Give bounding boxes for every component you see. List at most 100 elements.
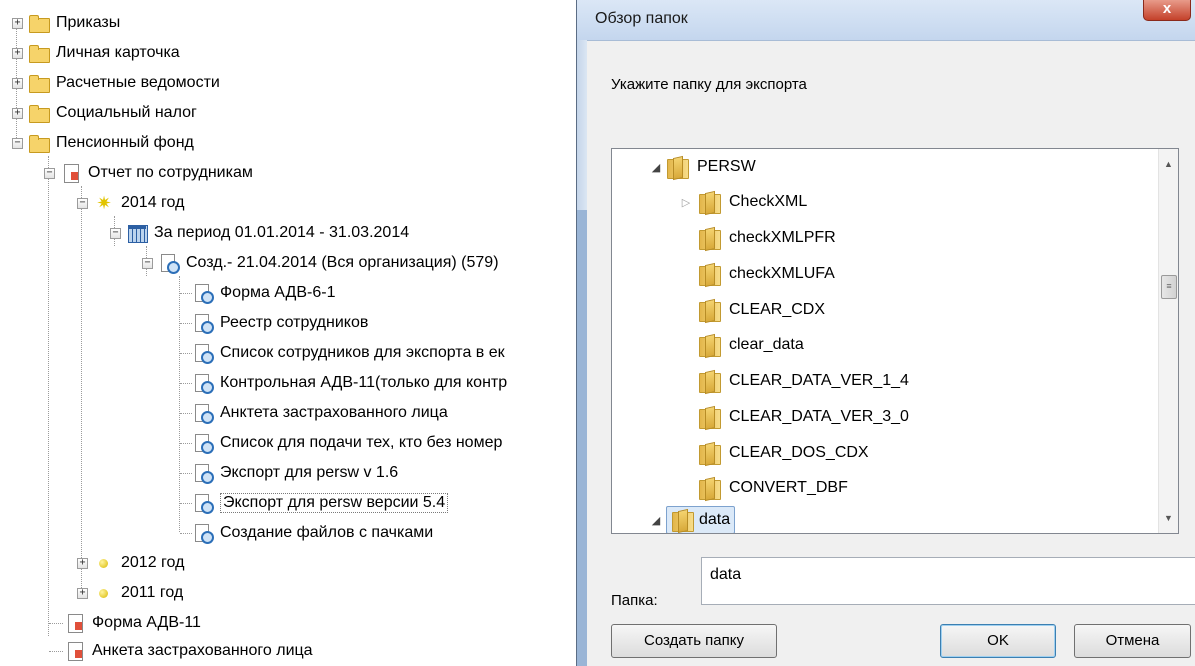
- tree-item-label: Социальный налог: [56, 104, 197, 121]
- tree-item-report[interactable]: Экспорт для persw v 1.6: [192, 458, 398, 488]
- tree-item-period[interactable]: − За период 01.01.2014 - 31.03.2014: [110, 218, 409, 248]
- tree-item-year-2014[interactable]: − ✷ 2014 год: [77, 188, 184, 218]
- tree-item-report[interactable]: Форма АДВ-6-1: [192, 278, 335, 308]
- tree-item-personal-card[interactable]: + Личная карточка: [12, 38, 180, 68]
- expand-icon[interactable]: +: [12, 48, 23, 59]
- tree-item-insured-form[interactable]: Анкета застрахованного лица: [64, 636, 313, 666]
- tree-connector: [180, 323, 192, 324]
- folder-input[interactable]: [701, 557, 1195, 605]
- tree-item-year-2012[interactable]: + 2012 год: [77, 548, 184, 578]
- folder-item[interactable]: clear_data: [698, 329, 804, 361]
- folder-item-persw[interactable]: ◢ PERSW: [652, 151, 756, 183]
- tree-item-label: 2014 год: [121, 194, 185, 211]
- collapse-icon[interactable]: −: [44, 168, 55, 179]
- scroll-down-icon[interactable]: ▼: [1159, 509, 1178, 527]
- folder-field-label: Папка:: [611, 592, 658, 609]
- folder-label: data: [699, 511, 731, 528]
- folder-label: CLEAR_DATA_VER_1_4: [729, 372, 909, 389]
- star-icon: ✷: [96, 193, 112, 213]
- tree-connector: [180, 533, 192, 534]
- folder-label: CLEAR_DOS_CDX: [729, 444, 869, 461]
- folder-icon: [698, 406, 721, 429]
- tree-item-orders[interactable]: + Приказы: [12, 8, 120, 38]
- report-icon: [192, 313, 214, 334]
- cancel-button[interactable]: Отмена: [1074, 624, 1191, 658]
- folder-label: CheckXML: [729, 193, 808, 210]
- ok-button[interactable]: OK: [940, 624, 1056, 658]
- tree-item-label: Реестр сотрудников: [220, 314, 369, 331]
- expanded-triangle-icon[interactable]: ◢: [650, 514, 662, 527]
- tree-item-report[interactable]: Контрольная АДВ-11(только для контр: [192, 368, 507, 398]
- tree-connector: [81, 186, 82, 596]
- folder-label: checkXMLUFA: [729, 265, 835, 282]
- tree-item-report[interactable]: Список сотрудников для экспорта в ек: [192, 338, 505, 368]
- tree-item-label: 2011 год: [121, 584, 184, 601]
- folder-item[interactable]: CLEAR_DATA_VER_3_0: [698, 401, 909, 433]
- folder-label: CLEAR_DATA_VER_3_0: [729, 408, 909, 425]
- scroll-up-icon[interactable]: ▲: [1159, 155, 1178, 173]
- tree-item-report[interactable]: Анктета застрахованного лица: [192, 398, 448, 428]
- folder-icon: [698, 334, 721, 357]
- tree-item-report[interactable]: Реестр сотрудников: [192, 308, 368, 338]
- expand-icon[interactable]: +: [77, 588, 88, 599]
- folder-icon: [698, 227, 721, 250]
- new-folder-button[interactable]: Создать папку: [611, 624, 777, 658]
- report-icon: [192, 373, 214, 394]
- folder-item[interactable]: CLEAR_DATA_VER_1_4: [698, 365, 909, 397]
- tree-item-label: Расчетные ведомости: [56, 74, 220, 91]
- folder-icon: [698, 299, 721, 322]
- folder-item[interactable]: CONVERT_DBF: [698, 472, 848, 504]
- tree-item-label: Анктета застрахованного лица: [220, 404, 448, 421]
- tree-item-payroll[interactable]: + Расчетные ведомости: [12, 68, 220, 98]
- document-icon: [64, 613, 86, 633]
- folder-label: PERSW: [697, 158, 756, 175]
- tree-item-pension-fund[interactable]: − Пенсионный фонд: [12, 128, 194, 158]
- collapse-icon[interactable]: −: [142, 258, 153, 269]
- tree-connector: [180, 443, 192, 444]
- tree-item-year-2011[interactable]: + 2011 год: [77, 578, 183, 608]
- folder-item-checkxml[interactable]: ▷ CheckXML: [682, 186, 808, 218]
- tree-item-label: Контрольная АДВ-11(только для контр: [220, 374, 508, 391]
- folder-item-data[interactable]: ◢ data: [652, 504, 736, 533]
- folder-item[interactable]: CLEAR_CDX: [698, 294, 825, 326]
- folder-icon: [698, 442, 721, 465]
- expand-icon[interactable]: +: [12, 78, 23, 89]
- tree-item-report[interactable]: Список для подачи тех, кто без номер: [192, 428, 502, 458]
- folder-item[interactable]: checkXMLPFR: [698, 222, 836, 254]
- navigation-tree: + Приказы + Личная карточка + Расчетные …: [0, 0, 580, 666]
- folder-icon: [698, 191, 721, 214]
- folder-icon: [28, 103, 50, 123]
- tree-item-export-persw-5-4[interactable]: Экспорт для persw версии 5.4: [192, 488, 449, 518]
- folder-label: CLEAR_CDX: [729, 301, 826, 318]
- expand-icon[interactable]: +: [12, 18, 23, 29]
- scroll-thumb[interactable]: ≡: [1161, 275, 1177, 299]
- tree-item-employee-report[interactable]: − Отчет по сотрудникам: [44, 158, 253, 188]
- expand-icon[interactable]: +: [12, 108, 23, 119]
- vertical-scrollbar[interactable]: ▲ ≡ ▼: [1158, 149, 1178, 533]
- expand-icon[interactable]: +: [77, 558, 88, 569]
- tree-item-created[interactable]: − Созд.- 21.04.2014 (Вся организация) (5…: [142, 248, 499, 278]
- tree-item-social-tax[interactable]: + Социальный налог: [12, 98, 197, 128]
- tree-item-report[interactable]: Создание файлов с пачками: [192, 518, 433, 548]
- tree-item-label: Список сотрудников для экспорта в ек: [220, 344, 505, 361]
- calendar-icon: [126, 223, 148, 243]
- tree-item-label: Личная карточка: [56, 44, 180, 61]
- dialog-title-bar[interactable]: Обзор папок x: [577, 0, 1195, 41]
- folder-icon: [698, 370, 721, 393]
- folder-item[interactable]: checkXMLUFA: [698, 258, 835, 290]
- collapse-icon[interactable]: −: [77, 198, 88, 209]
- folder-tree-list[interactable]: ◢ PERSW ▷ CheckXML checkXMLPFR checkXMLU…: [611, 148, 1179, 534]
- collapse-icon[interactable]: −: [110, 228, 121, 239]
- folder-item[interactable]: CLEAR_DOS_CDX: [698, 437, 869, 469]
- collapsed-triangle-icon[interactable]: ▷: [680, 196, 692, 209]
- tree-item-label: Анкета застрахованного лица: [92, 642, 313, 659]
- selected-folder[interactable]: data: [666, 506, 736, 533]
- expanded-triangle-icon[interactable]: ◢: [650, 161, 662, 174]
- tree-item-form-adv-11[interactable]: Форма АДВ-11: [64, 608, 201, 638]
- tree-connector: [180, 293, 192, 294]
- folder-label: clear_data: [729, 336, 804, 353]
- report-icon: [192, 343, 214, 364]
- close-button[interactable]: x: [1143, 0, 1191, 21]
- collapse-icon[interactable]: −: [12, 138, 23, 149]
- yellow-dot-icon: [93, 583, 115, 603]
